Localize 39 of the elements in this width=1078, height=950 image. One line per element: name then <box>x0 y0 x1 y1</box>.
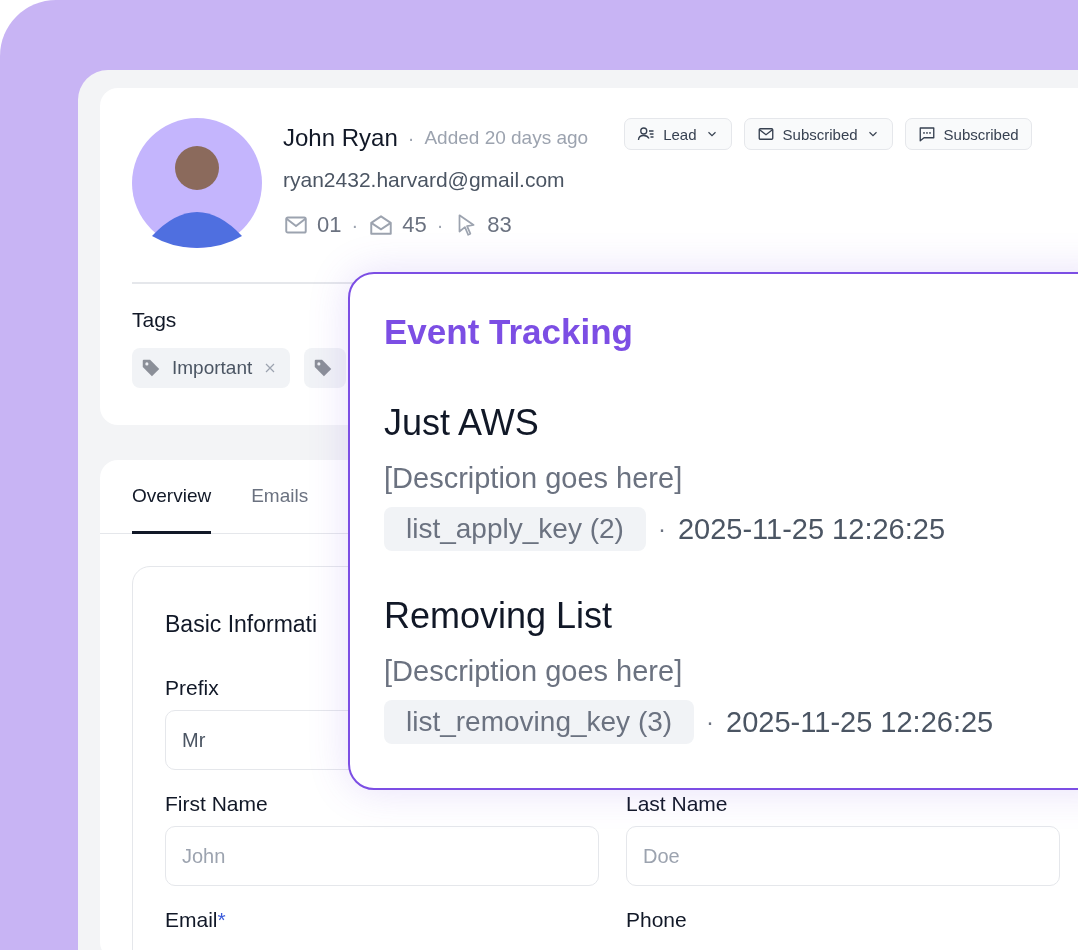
status-dropdown[interactable]: Subscribed <box>743 118 893 150</box>
mail-icon <box>756 125 775 143</box>
event-description: [Description goes here] <box>384 462 684 495</box>
person-list-icon <box>637 125 656 143</box>
open-envelope-icon <box>368 212 395 238</box>
separator-dot: · <box>706 708 715 736</box>
tag-label: Important <box>172 357 253 379</box>
stat-count: 83 <box>487 212 512 238</box>
field-label: Prefix <box>165 676 219 700</box>
status-dropdown[interactable]: Lead <box>624 118 732 150</box>
event-key: list_removing_key (3) <box>384 700 695 744</box>
added-date: Added 20 days ago <box>424 127 589 149</box>
event-name: Removing List <box>384 595 614 637</box>
separator-dot: · <box>351 213 359 237</box>
event-key: list_apply_key (2) <box>384 507 646 551</box>
input-field[interactable]: Doe <box>626 826 1060 886</box>
separator-dot: · <box>657 515 666 543</box>
stat-count: 45 <box>402 212 427 238</box>
field-label: First Name <box>165 792 268 816</box>
event-name: Just AWS <box>384 402 540 444</box>
status-dropdown[interactable]: Subscribed <box>904 118 1032 150</box>
field-label: Phone <box>626 908 687 932</box>
section-title: Basic Informati <box>165 611 318 638</box>
chat-icon <box>917 125 936 143</box>
input-field[interactable]: John <box>165 826 599 886</box>
contact-email: ryan2432.harvard@gmail.com <box>283 168 566 192</box>
popup-title: Event Tracking <box>384 312 634 352</box>
field-label: Email* <box>165 908 226 932</box>
tab[interactable]: Emails <box>251 460 309 532</box>
event-description: [Description goes here] <box>384 655 684 688</box>
event-timestamp: 2025-11-25 12:26:25 <box>677 512 945 546</box>
event-timestamp: 2025-11-25 12:26:25 <box>726 705 994 739</box>
tag-icon <box>140 357 162 379</box>
contact-name: John Ryan <box>283 124 398 152</box>
tab[interactable]: Overview <box>132 460 212 534</box>
field-label: Last Name <box>626 792 728 816</box>
stat-count: 01 <box>317 212 342 238</box>
separator-dot: · <box>407 126 415 150</box>
separator-dot: · <box>436 213 444 237</box>
